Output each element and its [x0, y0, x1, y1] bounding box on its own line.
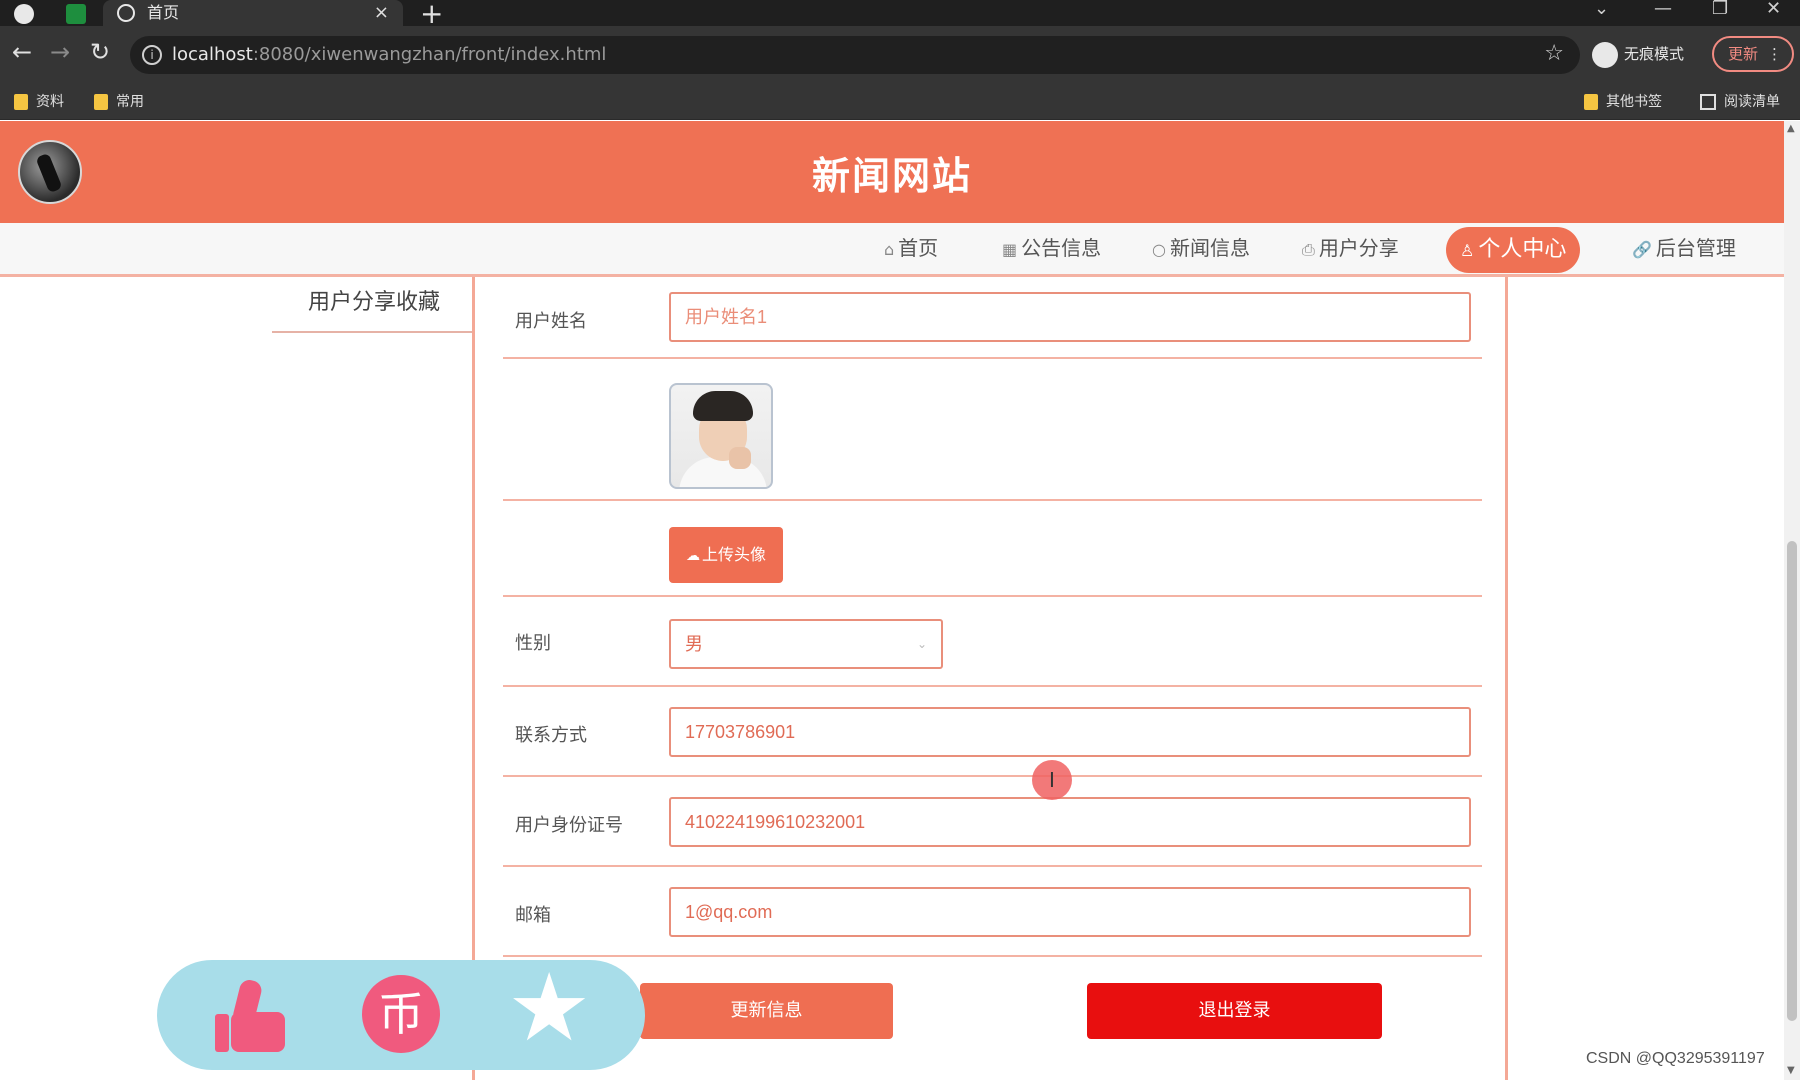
floating-share-bar: 币 ★ [157, 960, 645, 1070]
chevron-down-icon: ⌄ [916, 637, 927, 651]
mouse-cursor-indicator: I [1032, 760, 1072, 800]
other-bookmarks-label: 其他书签 [1606, 94, 1662, 110]
news-icon: ○ [1152, 240, 1166, 259]
url-text[interactable]: localhost:8080/xiwenwangzhan/front/index… [172, 36, 606, 74]
bookmark-folder-2[interactable]: 常用 [94, 84, 144, 120]
browser-tab-active[interactable]: 首页 × [103, 0, 403, 26]
bookmarks-bar: 资料 常用 其他书签 阅读清单 [0, 84, 1800, 120]
nav-news[interactable]: ○ 新闻信息 [1152, 223, 1250, 273]
browser-tab-strip: 首页 × + ⌄ — ❐ ✕ [0, 0, 1800, 30]
email-input[interactable]: 1@qq.com [669, 887, 1471, 937]
browser-update-button[interactable]: 更新 ⋮ [1712, 36, 1794, 72]
folder-icon [94, 94, 108, 110]
user-icon: ♙ [1460, 241, 1475, 260]
bookmark-label: 资料 [36, 94, 64, 110]
upload-label: 上传头像 [701, 545, 766, 564]
form-row-name: 用户姓名 用户姓名1 [503, 277, 1482, 359]
form-row-id-number: 用户身份证号 410224199610232001 [503, 777, 1482, 867]
id-number-input[interactable]: 410224199610232001 [669, 797, 1471, 847]
scroll-down-arrow-icon[interactable]: ▼ [1787, 1065, 1795, 1076]
incognito-icon [1592, 41, 1618, 68]
nav-label: 公告信息 [1021, 236, 1102, 260]
nav-label: 新闻信息 [1169, 236, 1250, 260]
thumbs-up-icon[interactable] [215, 977, 287, 1052]
tab-close-button[interactable]: × [374, 0, 389, 26]
nav-label: 首页 [898, 236, 939, 260]
nav-user-share[interactable]: ⎙ 用户分享 [1302, 223, 1399, 273]
forward-arrow-icon[interactable]: → [50, 38, 70, 66]
name-input[interactable]: 用户姓名1 [669, 292, 1471, 342]
name-label: 用户姓名 [515, 311, 587, 332]
bookmark-label: 常用 [116, 94, 144, 110]
tab-globe-icon [117, 4, 135, 22]
share-icon: ⎙ [1302, 240, 1315, 259]
reading-list-icon [1700, 94, 1716, 110]
form-row-gender: 性别 男 ⌄ [503, 597, 1482, 687]
nav-admin[interactable]: 🔗 后台管理 [1632, 223, 1736, 273]
incognito-label: 无痕模式 [1624, 45, 1685, 63]
gender-value: 男 [685, 634, 703, 654]
phone-input[interactable]: 17703786901 [669, 707, 1471, 757]
reading-list-label: 阅读清单 [1724, 94, 1780, 110]
url-path: :8080/xiwenwangzhan/front/index.html [252, 44, 607, 65]
nav-home[interactable]: ⌂ 首页 [884, 223, 938, 273]
form-row-phone: 联系方式 17703786901 [503, 687, 1482, 777]
email-label: 邮箱 [515, 905, 551, 926]
profile-form-panel: 用户姓名 用户姓名1 ☁ 上传头像 性别 男 ⌄ 联系方式 17703786901… [472, 277, 1508, 1080]
address-bar[interactable]: i localhost:8080/xiwenwangzhan/front/ind… [130, 36, 1580, 74]
reading-list[interactable]: 阅读清单 [1700, 84, 1780, 120]
form-row-avatar [503, 359, 1482, 501]
browser-globe-icon[interactable] [14, 4, 34, 24]
home-icon: ⌂ [884, 240, 895, 259]
nav-label: 用户分享 [1318, 236, 1399, 260]
url-host: localhost [172, 44, 253, 65]
phone-label: 联系方式 [515, 725, 587, 746]
id-number-label: 用户身份证号 [515, 815, 623, 836]
gender-select[interactable]: 男 ⌄ [669, 619, 943, 669]
bookmark-folder-1[interactable]: 资料 [14, 84, 64, 120]
main-nav: ⌂ 首页 ▦ 公告信息 ○ 新闻信息 ⎙ 用户分享 ♙ 个人中心 🔗 后台管理 [0, 223, 1784, 277]
folder-icon [1584, 94, 1598, 110]
folder-icon [14, 94, 28, 110]
site-title: 新闻网站 [811, 154, 972, 198]
nav-label: 个人中心 [1478, 237, 1567, 262]
nav-personal-center[interactable]: ♙ 个人中心 [1446, 227, 1581, 273]
gender-label: 性别 [515, 633, 551, 654]
tab-search-chevron-icon[interactable]: ⌄ [1594, 0, 1609, 19]
upload-avatar-button[interactable]: ☁ 上传头像 [669, 527, 783, 583]
announcement-icon: ▦ [1002, 240, 1018, 259]
update-label: 更新 [1728, 45, 1759, 63]
form-row-upload: ☁ 上传头像 [503, 501, 1482, 597]
minimize-button[interactable]: — [1654, 0, 1672, 19]
browser-toolbar: ← → ↻ i localhost:8080/xiwenwangzhan/fro… [0, 26, 1800, 84]
window-close-button[interactable]: ✕ [1766, 0, 1781, 19]
back-arrow-icon[interactable]: ← [12, 38, 32, 66]
cloud-upload-icon: ☁ [685, 548, 700, 564]
csdn-watermark: CSDN @QQ3295391197 [1586, 1050, 1765, 1067]
tab-title: 首页 [147, 3, 180, 22]
other-bookmarks[interactable]: 其他书签 [1584, 84, 1662, 120]
more-menu-icon[interactable]: ⋮ [1767, 38, 1782, 70]
reload-icon[interactable]: ↻ [90, 38, 110, 66]
form-row-email: 邮箱 1@qq.com [503, 867, 1482, 957]
favorite-star-icon[interactable]: ★ [507, 962, 591, 1056]
bookmark-star-icon[interactable]: ☆ [1544, 41, 1564, 66]
site-header: 新闻网站 [0, 121, 1784, 223]
avatar-image [669, 383, 773, 489]
page-scrollbar[interactable]: ▲ ▼ [1784, 121, 1800, 1080]
logout-button[interactable]: 退出登录 [1087, 983, 1382, 1039]
link-icon: 🔗 [1632, 240, 1652, 259]
nav-label: 后台管理 [1655, 236, 1736, 260]
scroll-up-arrow-icon[interactable]: ▲ [1787, 123, 1795, 134]
nav-announcements[interactable]: ▦ 公告信息 [1002, 223, 1101, 273]
update-info-button[interactable]: 更新信息 [640, 983, 893, 1039]
incognito-indicator[interactable]: 无痕模式 [1592, 36, 1684, 72]
scrollbar-thumb[interactable] [1787, 541, 1797, 1021]
restore-button[interactable]: ❐ [1712, 0, 1728, 19]
site-info-icon[interactable]: i [142, 45, 162, 65]
sheet-tab-icon[interactable] [66, 4, 86, 24]
sidebar-item-share-favorites[interactable]: 用户分享收藏 [272, 278, 472, 333]
coin-icon[interactable]: 币 [362, 975, 440, 1053]
